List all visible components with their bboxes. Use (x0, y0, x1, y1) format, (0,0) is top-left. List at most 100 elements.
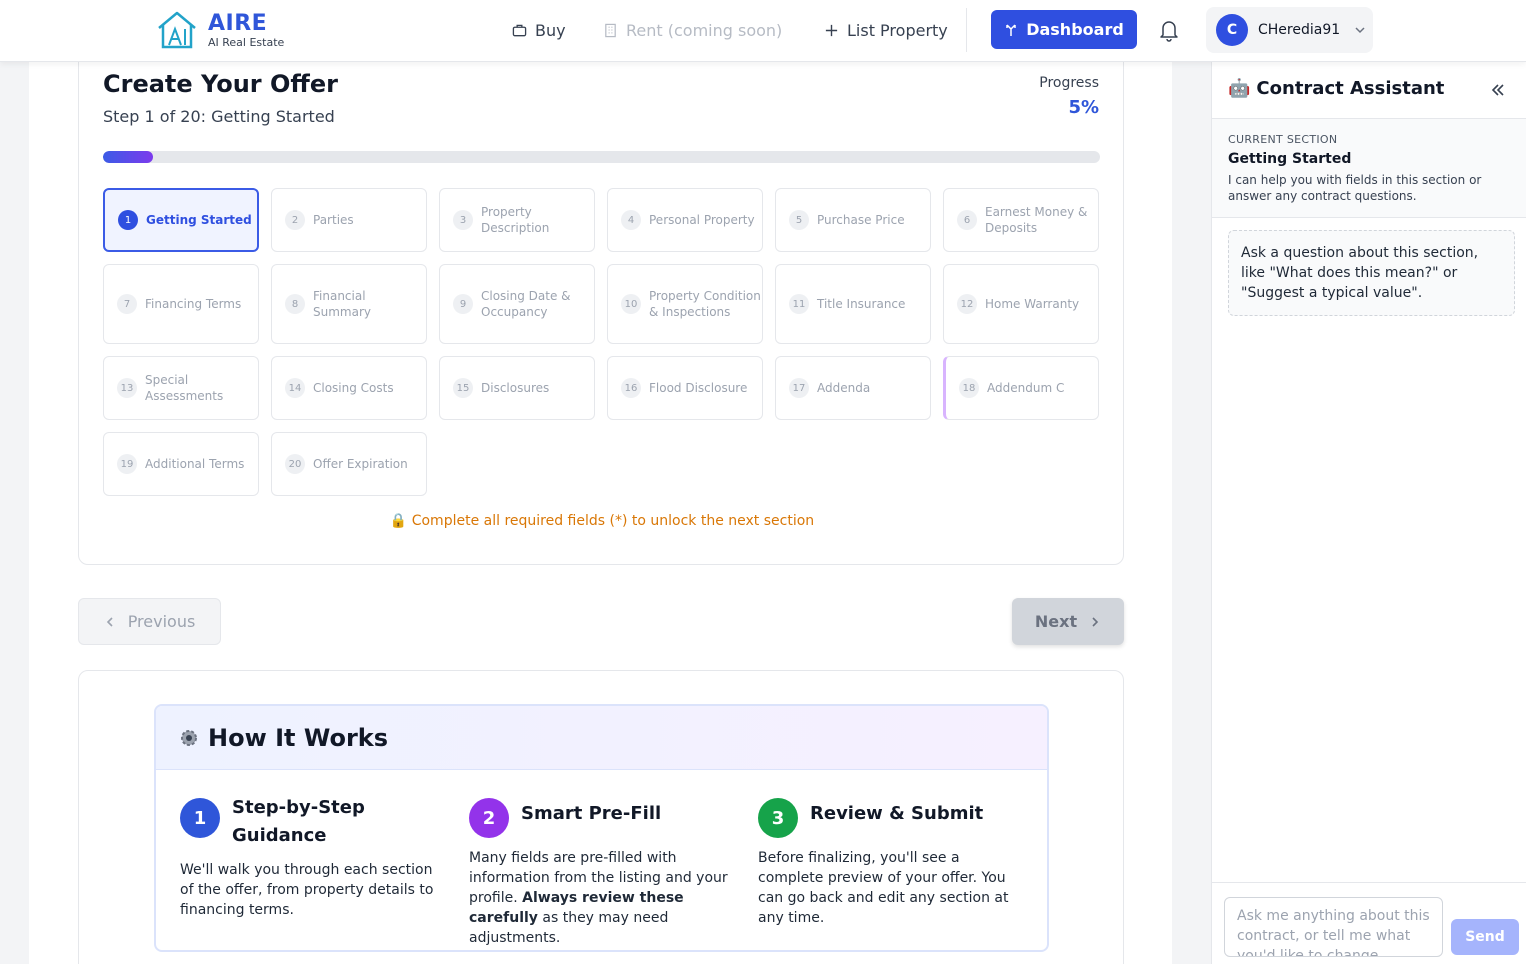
step-number: 13 (117, 378, 137, 398)
send-button[interactable]: Send (1451, 919, 1519, 955)
how-step-description: We'll walk you through each section of t… (180, 862, 434, 918)
main-content: Create Your Offer Step 1 of 20: Getting … (29, 52, 1172, 964)
step-label: Property Description (481, 205, 550, 235)
username: CHeredia91 (1258, 22, 1341, 38)
assistant-title: Contract Assistant (1256, 78, 1445, 99)
step-12[interactable]: 12 Home Warranty (943, 264, 1099, 344)
step-number: 17 (789, 378, 809, 398)
step-number: 7 (117, 294, 137, 314)
step-2[interactable]: 2 Parties (271, 188, 427, 252)
step-number: 2 (285, 210, 305, 230)
how-it-works-header: How It Works (156, 706, 1047, 770)
step-4[interactable]: 4 Personal Property (607, 188, 763, 252)
gear-icon (181, 729, 197, 746)
briefcase-icon (512, 24, 527, 36)
step-15[interactable]: 15 Disclosures (439, 356, 595, 420)
step-label: Home Warranty (985, 297, 1080, 311)
step-number: 6 (957, 210, 977, 230)
assistant-header: 🤖 Contract Assistant (1228, 78, 1444, 99)
current-section-help: I can help you with fields in this secti… (1228, 173, 1482, 203)
step-number: 5 (789, 210, 809, 230)
step-label: Purchase Price (817, 213, 905, 227)
step-6[interactable]: 6 Earnest Money & Deposits (943, 188, 1099, 252)
nav-buy-label: Buy (535, 20, 566, 40)
user-menu[interactable]: C CHeredia91 (1206, 7, 1373, 53)
step-5[interactable]: 5 Purchase Price (775, 188, 931, 252)
step-badge: 3 (758, 798, 798, 838)
step-label: Parties (313, 213, 354, 227)
step-1[interactable]: 1 Getting Started (103, 188, 259, 252)
step-10[interactable]: 10 Property Condition & Inspections (607, 264, 763, 344)
house-logo-icon (158, 11, 196, 49)
step-18[interactable]: 18 Addendum C (943, 356, 1099, 420)
step-number: 18 (959, 378, 979, 398)
step-number: 10 (621, 294, 641, 314)
step-label: Additional Terms (145, 457, 245, 471)
brand-subtitle: AI Real Estate (208, 35, 285, 49)
step-13[interactable]: 13 Special Assessments (103, 356, 259, 420)
step-number: 20 (285, 454, 305, 474)
step-label: Offer Expiration (313, 457, 408, 471)
step-label: Flood Disclosure (649, 381, 748, 395)
how-step-title: Review & Submit (810, 803, 984, 824)
progress-value: 5% (1068, 97, 1099, 118)
how-step-description: Many fields are pre-filled with informat… (469, 848, 731, 948)
step-label: Financial Summary (313, 289, 371, 319)
step-label: Disclosures (481, 381, 550, 395)
previous-label: Previous (127, 612, 196, 631)
page-title: Create Your Offer (103, 70, 338, 98)
nav-list-property-label: List Property (847, 20, 948, 40)
step-14[interactable]: 14 Closing Costs (271, 356, 427, 420)
top-nav: AIRE AI Real Estate Buy Rent (coming soo… (0, 0, 1526, 62)
progress-bar-fill (103, 151, 153, 163)
dashboard-icon (1006, 23, 1016, 36)
step-number: 14 (285, 378, 305, 398)
next-label: Next (1034, 612, 1078, 631)
next-button[interactable]: Next (1012, 598, 1124, 645)
how-step-title: Smart Pre-Fill (521, 803, 662, 824)
nav-list-property[interactable]: List Property (824, 18, 948, 42)
step-number: 16 (621, 378, 641, 398)
step-number: 3 (453, 210, 473, 230)
step-11[interactable]: 11 Title Insurance (775, 264, 931, 344)
how-step-title: Step-by-Step Guidance (232, 797, 365, 846)
step-label: Closing Costs (313, 381, 394, 395)
step-number: 11 (789, 294, 809, 314)
step-label: Getting Started (146, 213, 252, 227)
nav-rent-label: Rent (coming soon) (626, 20, 783, 40)
step-number: 19 (117, 454, 137, 474)
step-label: Financing Terms (145, 297, 242, 311)
step-3[interactable]: 3 Property Description (439, 188, 595, 252)
contract-assistant-panel: 🤖 Contract Assistant CURRENT SECTION Get… (1211, 62, 1526, 964)
chat-input[interactable] (1224, 897, 1443, 957)
how-step-description: Before finalizing, you'll see a complete… (758, 850, 1009, 926)
brand-name: AIRE (208, 10, 268, 36)
step-number: 8 (285, 294, 305, 314)
building-icon (605, 23, 616, 37)
step-7[interactable]: 7 Financing Terms (103, 264, 259, 344)
progress-label: Progress (1039, 75, 1099, 91)
step-20[interactable]: 20 Offer Expiration (271, 432, 427, 496)
dashboard-label: Dashboard (1026, 20, 1124, 39)
assistant-hint: Ask a question about this section, like … (1228, 230, 1515, 316)
brand-logo[interactable]: AIRE AI Real Estate (156, 10, 284, 50)
current-section-box: CURRENT SECTION Getting Started I can he… (1212, 118, 1526, 218)
nav-buy[interactable]: Buy (512, 18, 566, 42)
unlock-note: 🔒 Complete all required fields (*) to un… (389, 513, 815, 529)
chevron-left-icon (106, 616, 113, 627)
collapse-panel-icon[interactable] (1490, 82, 1506, 98)
robot-icon: 🤖 (1228, 78, 1251, 99)
step-16[interactable]: 16 Flood Disclosure (607, 356, 763, 420)
step-indicator: Step 1 of 20: Getting Started (103, 107, 335, 126)
step-label: Property Condition & Inspections (649, 289, 761, 319)
step-9[interactable]: 9 Closing Date & Occupancy (439, 264, 595, 344)
previous-button[interactable]: Previous (78, 598, 221, 645)
step-8[interactable]: 8 Financial Summary (271, 264, 427, 344)
current-section-name: Getting Started (1228, 151, 1352, 167)
step-17[interactable]: 17 Addenda (775, 356, 931, 420)
bell-icon[interactable] (1158, 18, 1180, 42)
offer-card: Create Your Offer Step 1 of 20: Getting … (78, 52, 1124, 565)
step-19[interactable]: 19 Additional Terms (103, 432, 259, 496)
dashboard-button[interactable]: Dashboard (991, 10, 1137, 49)
step-label: Special Assessments (145, 373, 224, 403)
